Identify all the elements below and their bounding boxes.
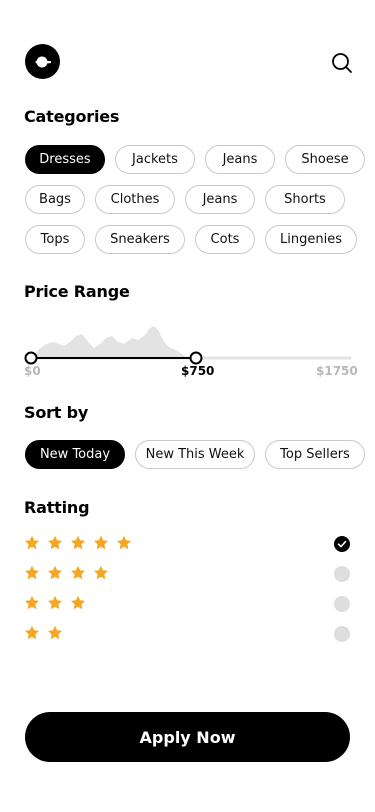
category-chip-tops[interactable]: Tops bbox=[25, 225, 85, 254]
star-icon bbox=[48, 595, 62, 610]
price-range-title: Price Range bbox=[24, 282, 130, 301]
star-icon bbox=[25, 565, 39, 580]
category-chip-clothes[interactable]: Clothes bbox=[95, 185, 175, 214]
sort-by-title: Sort by bbox=[24, 403, 89, 422]
price-handle-max bbox=[189, 351, 203, 365]
star-group bbox=[24, 595, 86, 611]
star-icon bbox=[48, 535, 62, 550]
sort-chip-top-sellers[interactable]: Top Sellers bbox=[265, 440, 365, 469]
category-chip-bags[interactable]: Bags bbox=[25, 185, 85, 214]
search-button[interactable] bbox=[330, 51, 354, 75]
search-icon bbox=[332, 53, 352, 73]
rating-radio[interactable] bbox=[334, 626, 350, 642]
rating-row-3-stars[interactable] bbox=[24, 595, 354, 615]
star-icon bbox=[71, 535, 85, 550]
star-group bbox=[24, 535, 132, 551]
star-icon bbox=[25, 625, 39, 640]
check-icon bbox=[337, 540, 347, 548]
category-chip-jackets[interactable]: Jackets bbox=[115, 145, 195, 174]
star-icon bbox=[94, 565, 108, 580]
apply-now-button[interactable]: Apply Now bbox=[25, 712, 350, 762]
category-chip-jeans-2[interactable]: Jeans bbox=[185, 185, 255, 214]
category-chip-dresses[interactable]: Dresses bbox=[25, 145, 105, 174]
price-distribution-area bbox=[34, 326, 188, 358]
sort-chip-new-today[interactable]: New Today bbox=[25, 440, 125, 469]
star-icon bbox=[117, 535, 131, 550]
categories-title: Categories bbox=[24, 107, 120, 126]
category-chip-jeans[interactable]: Jeans bbox=[205, 145, 275, 174]
category-chip-sneakers[interactable]: Sneakers bbox=[95, 225, 185, 254]
category-chip-shorts[interactable]: Shorts bbox=[265, 185, 345, 214]
sort-chip-new-this-week[interactable]: New This Week bbox=[135, 440, 255, 469]
rating-row-2-stars[interactable] bbox=[24, 625, 354, 645]
rating-row-4-stars[interactable] bbox=[24, 565, 354, 585]
star-group bbox=[24, 625, 63, 641]
rating-radio-checked[interactable] bbox=[334, 536, 350, 552]
back-arrow-icon bbox=[34, 56, 51, 67]
category-chip-shoese[interactable]: Shoese bbox=[285, 145, 365, 174]
star-group bbox=[24, 565, 109, 581]
price-current-label: $750 bbox=[181, 364, 215, 378]
rating-title: Ratting bbox=[24, 498, 90, 517]
star-icon bbox=[94, 535, 108, 550]
star-icon bbox=[25, 535, 39, 550]
rating-row-5-stars[interactable] bbox=[24, 535, 354, 555]
rating-radio[interactable] bbox=[334, 596, 350, 612]
star-icon bbox=[71, 595, 85, 610]
rating-radio[interactable] bbox=[334, 566, 350, 582]
star-icon bbox=[71, 565, 85, 580]
back-button[interactable] bbox=[25, 44, 60, 79]
category-chip-cots[interactable]: Cots bbox=[195, 225, 255, 254]
star-icon bbox=[48, 625, 62, 640]
price-min-label: $0 bbox=[24, 364, 41, 378]
price-handle-min bbox=[24, 351, 38, 365]
category-chip-lingenies[interactable]: Lingenies bbox=[265, 225, 357, 254]
price-max-label: $1750 bbox=[316, 364, 358, 378]
star-icon bbox=[48, 565, 62, 580]
star-icon bbox=[25, 595, 39, 610]
